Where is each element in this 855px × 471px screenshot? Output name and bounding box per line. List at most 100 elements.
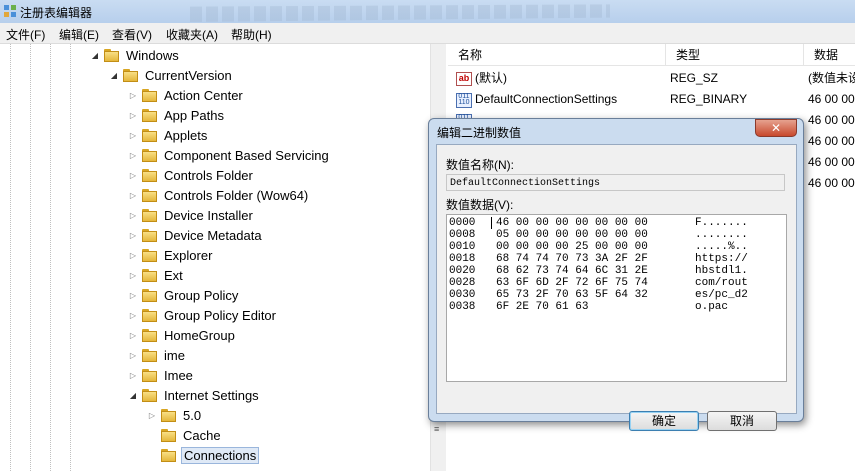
tree-item[interactable]: ▷ Device Metadata [128, 225, 264, 245]
dialog-close-button[interactable]: ✕ [755, 119, 797, 137]
value-data: (数值未设 [808, 71, 855, 85]
value-data-label: 数值数据(V): [446, 198, 514, 212]
background-window-text [190, 4, 610, 22]
expand-arrow-icon[interactable]: ▷ [128, 231, 138, 240]
tree-item-label: HomeGroup [164, 327, 235, 343]
folder-icon [142, 308, 158, 322]
column-header-data[interactable]: 数据 [804, 44, 855, 66]
cancel-button[interactable]: 取消 [707, 411, 777, 431]
tree-item-label: Explorer [164, 247, 213, 263]
tree-item-label: Imee [164, 367, 193, 383]
hex-ascii: .....%.. [695, 241, 748, 253]
dialog-body: 数值名称(N): DefaultConnectionSettings 数值数据(… [436, 144, 797, 431]
tree-item[interactable]: ◢ Windows [90, 45, 181, 65]
tree-item[interactable]: ▷ HomeGroup [128, 325, 237, 345]
expand-arrow-icon[interactable]: ▷ [128, 271, 138, 280]
hex-editor[interactable]: 0000 46 00 00 00 00 00 00 00 F....... 0008 0… [446, 214, 787, 382]
expand-arrow-icon[interactable]: ▷ [128, 351, 138, 360]
hex-bytes: 05 00 00 00 00 00 00 00 [496, 229, 648, 241]
tree-item-label: Controls Folder (Wow64) [164, 187, 309, 203]
tree-item[interactable]: ▷ Group Policy [128, 285, 240, 305]
folder-icon [104, 48, 120, 62]
registry-tree[interactable]: ◢ Windows ◢ CurrentVersion ▷ Action Center ▷ Ap… [0, 44, 430, 471]
expand-arrow-icon[interactable]: ▷ [128, 171, 138, 180]
expand-arrow-icon[interactable]: ▷ [128, 191, 138, 200]
tree-item[interactable]: ▷ ime [128, 345, 187, 365]
menu-edit[interactable]: 编辑(E) [59, 26, 99, 43]
hex-ascii: https:// [695, 253, 748, 265]
tree-guide-line [10, 44, 11, 471]
tree-guide-line [70, 44, 71, 471]
column-header-name[interactable]: 名称 [448, 44, 666, 66]
expand-arrow-icon[interactable]: ▷ [128, 311, 138, 320]
tree-item[interactable]: ▷ Component Based Servicing [128, 145, 331, 165]
expand-arrow-icon[interactable]: ▷ [128, 291, 138, 300]
tree-item[interactable]: ▷ Imee [128, 365, 195, 385]
hex-ascii: ........ [695, 229, 748, 241]
collapse-arrow-icon[interactable]: ◢ [109, 71, 119, 80]
tree-item-label: Device Metadata [164, 227, 262, 243]
tree-item[interactable]: ▷ Action Center [128, 85, 245, 105]
expand-arrow-icon[interactable]: ▷ [128, 371, 138, 380]
tree-item[interactable]: ▷ Controls Folder (Wow64) [128, 185, 310, 205]
tree-item[interactable]: ▷ 5.0 [147, 405, 203, 425]
menu-file[interactable]: 文件(F) [6, 26, 45, 43]
hex-offset: 0028 [449, 277, 476, 289]
scroll-grip-icon: ≡ [434, 424, 440, 434]
folder-icon [142, 208, 158, 222]
dialog-title: 编辑二进制数值 [437, 126, 522, 140]
collapse-arrow-icon[interactable]: ◢ [90, 51, 100, 60]
value-row[interactable]: ab (默认) REG_SZ (数值未设 [448, 68, 855, 89]
expand-arrow-icon[interactable]: ▷ [128, 91, 138, 100]
folder-icon [142, 348, 158, 362]
tree-item[interactable]: ◢ Internet Settings [128, 385, 261, 405]
tree-item[interactable]: ▷ Explorer [128, 245, 214, 265]
tree-item-label: Group Policy [164, 287, 239, 303]
hex-ascii: F....... [695, 217, 748, 229]
folder-icon [142, 328, 158, 342]
value-data: 46 00 00 [808, 92, 855, 106]
hex-offset: 0038 [449, 301, 476, 313]
expand-arrow-icon[interactable]: ▷ [128, 131, 138, 140]
registry-editor-icon [4, 5, 16, 17]
folder-icon [142, 248, 158, 262]
folder-icon [142, 388, 158, 402]
tree-item[interactable]: ▷ App Paths [128, 105, 226, 125]
tree-item[interactable]: ▷ Device Installer [128, 205, 255, 225]
menu-bar: 文件(F) 编辑(E) 查看(V) 收藏夹(A) 帮助(H) [0, 23, 855, 44]
window-title: 注册表编辑器 [20, 6, 93, 20]
folder-icon [142, 188, 158, 202]
hex-bytes: 68 74 74 70 73 3A 2F 2F [496, 253, 648, 265]
tree-item[interactable]: ▷ Group Policy Editor [128, 305, 278, 325]
collapse-arrow-icon[interactable]: ◢ [128, 391, 138, 400]
folder-icon [142, 288, 158, 302]
ok-button[interactable]: 确定 [629, 411, 699, 431]
column-header-type[interactable]: 类型 [666, 44, 804, 66]
tree-item-label: App Paths [164, 107, 224, 123]
tree-item[interactable]: ▷ Ext [128, 265, 185, 285]
tree-item-label: Device Installer [164, 207, 253, 223]
tree-item[interactable]: ◢ CurrentVersion [109, 65, 234, 85]
expand-arrow-icon[interactable]: ▷ [147, 411, 157, 420]
expand-arrow-icon[interactable]: ▷ [128, 151, 138, 160]
expand-arrow-icon[interactable]: ▷ [128, 251, 138, 260]
tree-item[interactable]: ▷ Applets [128, 125, 209, 145]
expand-arrow-icon[interactable]: ▷ [128, 331, 138, 340]
hex-offset: 0020 [449, 265, 476, 277]
folder-icon [142, 368, 158, 382]
tree-item[interactable]: Connections [147, 445, 260, 465]
value-row[interactable]: 011 110 DefaultConnectionSettings REG_BINA… [448, 89, 855, 110]
expand-arrow-icon[interactable]: ▷ [128, 111, 138, 120]
folder-icon [142, 268, 158, 282]
folder-icon [142, 88, 158, 102]
tree-item[interactable]: Cache [147, 425, 223, 445]
menu-view[interactable]: 查看(V) [112, 26, 152, 43]
tree-item[interactable]: ▷ Controls Folder [128, 165, 255, 185]
value-type: REG_BINARY [670, 92, 748, 106]
expand-arrow-icon[interactable]: ▷ [128, 211, 138, 220]
tree-guide-line [50, 44, 51, 471]
tree-item-label: Windows [126, 47, 179, 63]
hex-ascii: o.pac [695, 301, 729, 313]
menu-favorites[interactable]: 收藏夹(A) [166, 26, 218, 43]
menu-help[interactable]: 帮助(H) [231, 26, 272, 43]
